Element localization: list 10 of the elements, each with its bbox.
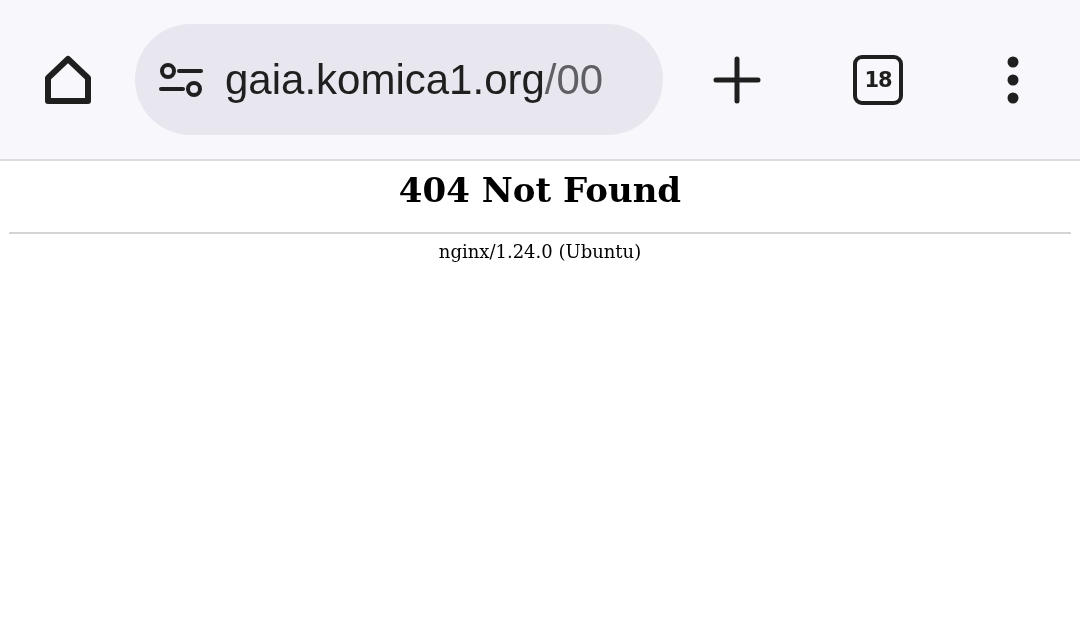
url-host: gaia.komica1.org — [225, 55, 545, 103]
home-icon[interactable] — [42, 53, 94, 106]
tab-count[interactable]: 18 — [853, 54, 903, 105]
url-path: /00 — [544, 55, 604, 103]
address-bar[interactable]: gaia.komica1.org/00 — [135, 24, 663, 135]
page-heading: 404 Not Found — [397, 170, 683, 210]
menu-icon[interactable] — [1007, 55, 1019, 104]
server-signature: nginx/1.24.0 (Ubuntu) — [437, 241, 643, 262]
new-tab-icon[interactable] — [713, 55, 761, 104]
site-settings-icon[interactable] — [159, 61, 203, 98]
